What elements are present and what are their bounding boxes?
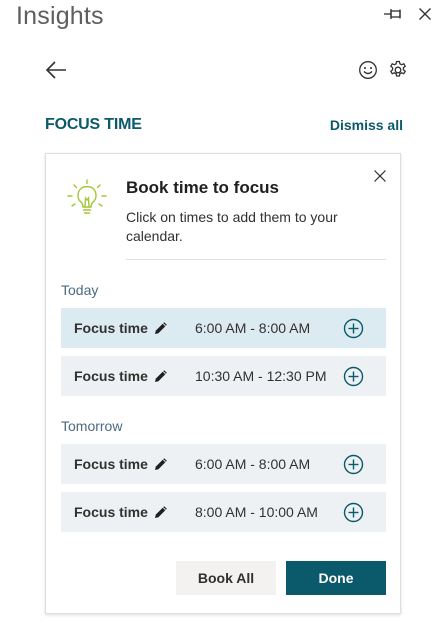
back-button[interactable]: [42, 58, 70, 82]
app-title: Insights: [16, 2, 104, 30]
pencil-icon: [155, 322, 167, 334]
time-slot-tomorrow-1[interactable]: Focus time 6:00 AM - 8:00 AM: [61, 444, 386, 484]
edit-slot-button[interactable]: [152, 367, 170, 385]
add-circle-icon: [343, 454, 364, 475]
add-circle-icon: [343, 366, 364, 387]
time-slot-today-2[interactable]: Focus time 10:30 AM - 12:30 PM: [61, 356, 386, 396]
pin-icon: [384, 9, 401, 19]
book-all-button[interactable]: Book All: [176, 561, 276, 595]
edit-slot-button[interactable]: [152, 319, 170, 337]
slot-time: 6:00 AM - 8:00 AM: [195, 456, 311, 472]
pencil-icon: [155, 370, 167, 382]
time-slot-today-1[interactable]: Focus time 6:00 AM - 8:00 AM: [61, 308, 386, 348]
gear-icon: [389, 60, 407, 77]
close-icon: [419, 8, 431, 20]
time-slot-tomorrow-2[interactable]: Focus time 8:00 AM - 10:00 AM: [61, 492, 386, 532]
lightbulb-icon: [67, 179, 107, 214]
focus-time-card: Book time to focus Click on times to add…: [45, 153, 401, 614]
title-bar: Insights: [0, 0, 443, 40]
slot-time: 8:00 AM - 10:00 AM: [195, 504, 318, 520]
slot-label: Focus time: [74, 456, 148, 472]
close-icon: [374, 170, 386, 182]
dismiss-all-link[interactable]: Dismiss all: [330, 117, 403, 133]
slot-time: 6:00 AM - 8:00 AM: [195, 320, 311, 336]
back-arrow-icon: [45, 61, 66, 79]
add-circle-icon: [343, 502, 364, 523]
card-description: Click on times to add them to your calen…: [126, 209, 338, 244]
section-header: FOCUS TIME Dismiss all: [45, 116, 403, 138]
add-slot-button[interactable]: [343, 502, 364, 523]
smiley-icon: [359, 61, 377, 79]
slot-label: Focus time: [74, 320, 148, 336]
toolbar: [0, 50, 443, 90]
day-label-today: Today: [61, 282, 99, 298]
pencil-icon: [155, 506, 167, 518]
slot-time: 10:30 AM - 12:30 PM: [195, 368, 327, 384]
close-pane-button[interactable]: [414, 4, 436, 24]
feedback-button[interactable]: [356, 58, 380, 82]
add-slot-button[interactable]: [343, 366, 364, 387]
day-label-tomorrow: Tomorrow: [61, 418, 123, 434]
slot-label: Focus time: [74, 504, 148, 520]
card-title: Book time to focus: [126, 178, 280, 197]
add-slot-button[interactable]: [343, 318, 364, 339]
card-close-button[interactable]: [370, 166, 390, 186]
settings-button[interactable]: [386, 58, 410, 82]
edit-slot-button[interactable]: [152, 455, 170, 473]
done-button[interactable]: Done: [286, 561, 386, 595]
edit-slot-button[interactable]: [152, 503, 170, 521]
add-circle-icon: [343, 318, 364, 339]
add-slot-button[interactable]: [343, 454, 364, 475]
slot-label: Focus time: [74, 368, 148, 384]
pin-button[interactable]: [382, 4, 406, 24]
pencil-icon: [155, 458, 167, 470]
section-title: FOCUS TIME: [45, 116, 142, 133]
divider: [126, 259, 386, 260]
